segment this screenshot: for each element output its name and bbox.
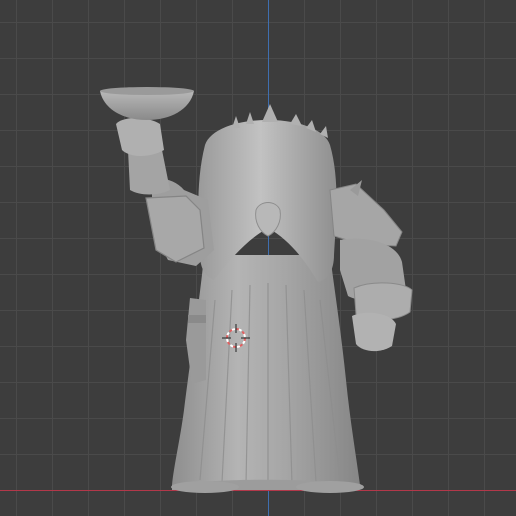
bowl [100,91,194,120]
sculpted-figure-model[interactable] [100,87,413,493]
pouch-strap [188,315,206,323]
raised-hand [116,118,164,156]
right-shoulder-armor [329,183,403,247]
viewport-canvas[interactable] [0,0,516,516]
bowl-rim [100,87,194,95]
belt-pouch [186,298,206,384]
raised-arm-armor [145,195,205,263]
right-hand [352,312,396,352]
left-foot [171,481,239,493]
3d-viewport[interactable] [0,0,516,516]
right-foot [296,481,364,493]
